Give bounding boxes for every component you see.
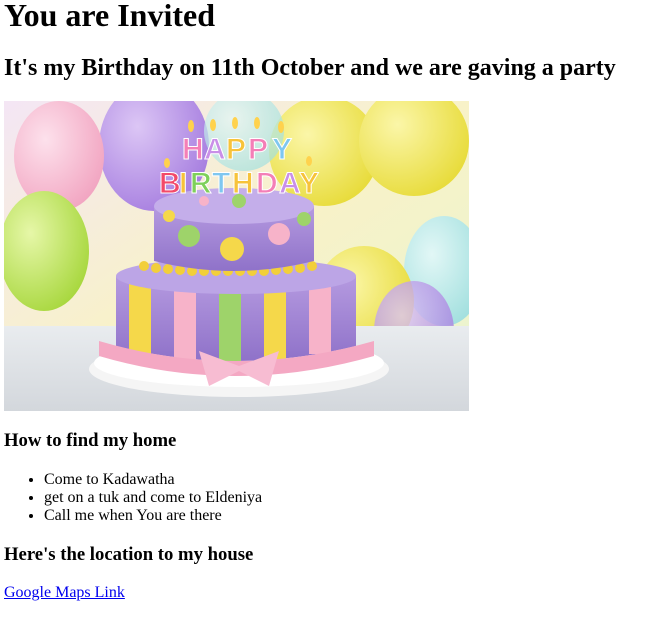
svg-text:H: H [232,167,254,200]
svg-text:Y: Y [299,167,319,200]
svg-text:R: R [190,167,212,200]
svg-text:T: T [212,167,230,200]
page-title: You are Invited [4,0,215,33]
svg-text:Y: Y [272,133,292,166]
list-item: Come to Kadawatha [44,471,262,489]
location-heading: Here's the location to my house [4,544,254,565]
svg-text:D: D [256,167,278,200]
svg-text:P: P [226,133,246,166]
birthday-cake-image: H A P P Y B I R T H D A Y [4,101,469,411]
svg-text:P: P [248,133,268,166]
google-maps-link[interactable]: Google Maps Link [4,584,125,602]
svg-text:H: H [182,133,204,166]
page-subtitle: It's my Birthday on 11th October and we … [4,55,616,81]
list-item: get on a tuk and come to Eldeniya [44,489,262,507]
list-item: Call me when You are there [44,507,262,525]
directions-list: Come to Kadawatha get on a tuk and come … [4,471,262,525]
svg-text:A: A [204,133,226,166]
svg-text:I: I [179,167,187,200]
svg-text:A: A [279,167,301,200]
svg-text:B: B [159,167,181,200]
directions-heading: How to find my home [4,430,177,451]
